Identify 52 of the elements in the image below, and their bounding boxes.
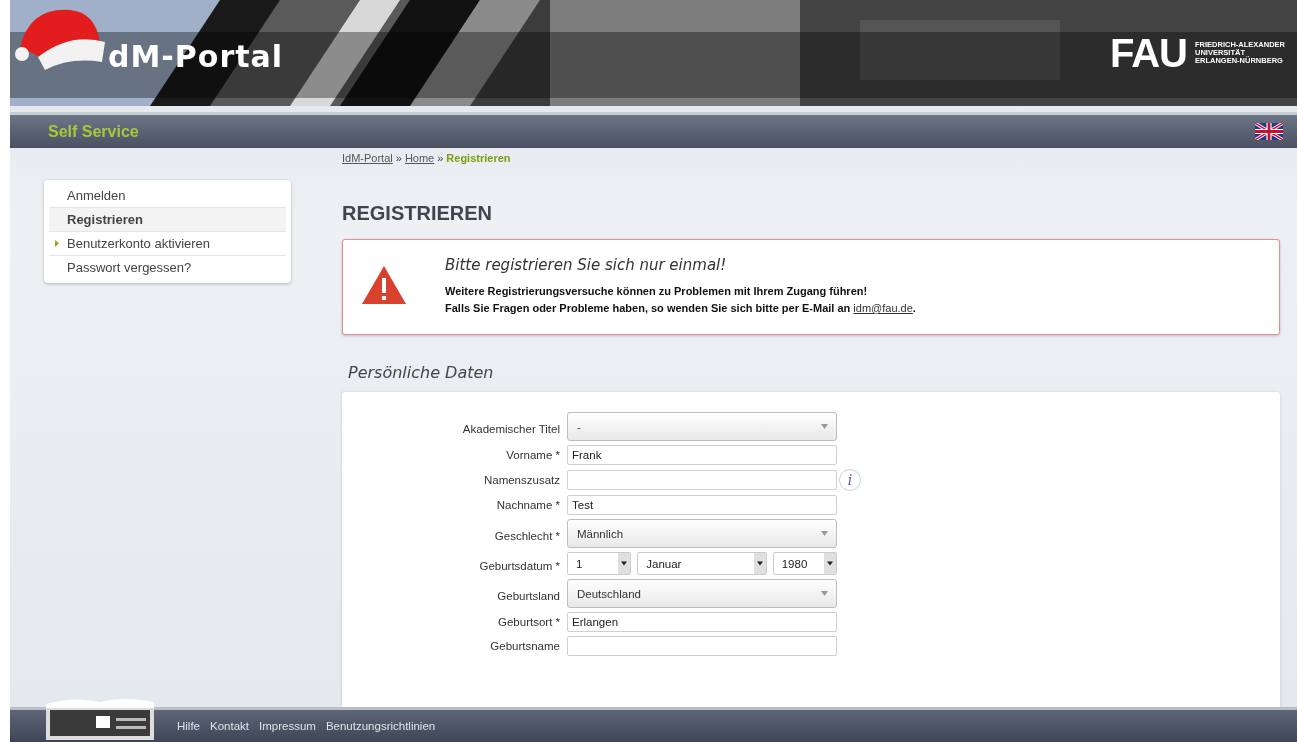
footer-link[interactable]: Benutzungsrichtlinien <box>325 720 436 732</box>
flag-icon[interactable] <box>1255 123 1283 140</box>
month-select[interactable]: Januar <box>637 552 767 575</box>
footer-link[interactable]: Kontakt <box>210 720 249 732</box>
input-field[interactable] <box>567 636 837 656</box>
warning-title: Bitte registrieren Sie sich nur einmal! <box>445 256 728 274</box>
caret-icon <box>821 591 828 596</box>
section-title: Persönliche Daten <box>348 363 495 382</box>
bullet-icon <box>55 240 59 247</box>
day-select[interactable]: 1 <box>567 552 632 575</box>
caret-icon <box>821 531 828 536</box>
breadcrumb-separator: » <box>437 152 444 164</box>
caret-icon <box>821 424 828 429</box>
field-label: Nachname * <box>495 499 560 511</box>
breadcrumb-separator: » <box>395 152 402 164</box>
footer-link[interactable]: Hilfe <box>177 720 200 732</box>
email-link[interactable]: idm@fau.de <box>853 302 913 314</box>
nav-title: Self Service <box>48 122 139 141</box>
university-logo: FAU <box>1110 33 1187 73</box>
select-field[interactable]: Deutschland <box>567 579 837 608</box>
info-icon[interactable]: i <box>839 469 861 491</box>
field-label: Akademischer Titel <box>461 421 560 435</box>
breadcrumb-link[interactable]: IdM-Portal <box>342 152 393 164</box>
input-field[interactable]: Frank <box>567 445 837 465</box>
caret-icon <box>618 553 631 574</box>
select-field[interactable]: Männlich <box>567 519 837 548</box>
select-field[interactable]: - <box>567 412 837 441</box>
footer-link[interactable]: Impressum <box>259 720 316 732</box>
input-field[interactable]: Test <box>567 495 837 515</box>
building-logo-icon <box>44 696 156 740</box>
field-label: Geburtsname <box>489 640 560 652</box>
input-field[interactable]: Erlangen <box>567 612 837 632</box>
menu-item[interactable]: Benutzerkonto aktivieren <box>49 232 286 256</box>
page-heading: REGISTRIEREN <box>342 202 494 225</box>
field-label: Geburtsland <box>496 588 560 602</box>
field-label: Vorname * <box>505 449 560 461</box>
logo-text: dM-Portal <box>108 38 284 74</box>
warning-text: Weitere Registrierungsversuche können zu Problemen mit Ihrem Zugang führen! <box>445 285 869 297</box>
field-label: Geburtsdatum * <box>478 558 560 572</box>
field-label: Geburtsort * <box>497 616 560 628</box>
breadcrumb-link[interactable]: Home <box>404 152 435 164</box>
menu-item[interactable]: Registrieren <box>49 208 286 232</box>
breadcrumb-current: Registrieren <box>446 152 511 164</box>
caret-icon <box>824 553 836 574</box>
year-select[interactable]: 1980 <box>772 552 837 575</box>
menu-item[interactable]: Passwort vergessen? <box>49 256 286 279</box>
input-field[interactable] <box>567 470 837 490</box>
field-label: Namenszusatz <box>482 474 560 486</box>
field-label: Geschlecht * <box>493 528 560 542</box>
caret-icon <box>753 553 766 574</box>
warning-icon <box>361 265 407 305</box>
warning-text: Falls Sie Fragen oder Probleme haben, so wenden Sie sich bitte per E-Mail an idm@fau.de. <box>445 302 916 314</box>
